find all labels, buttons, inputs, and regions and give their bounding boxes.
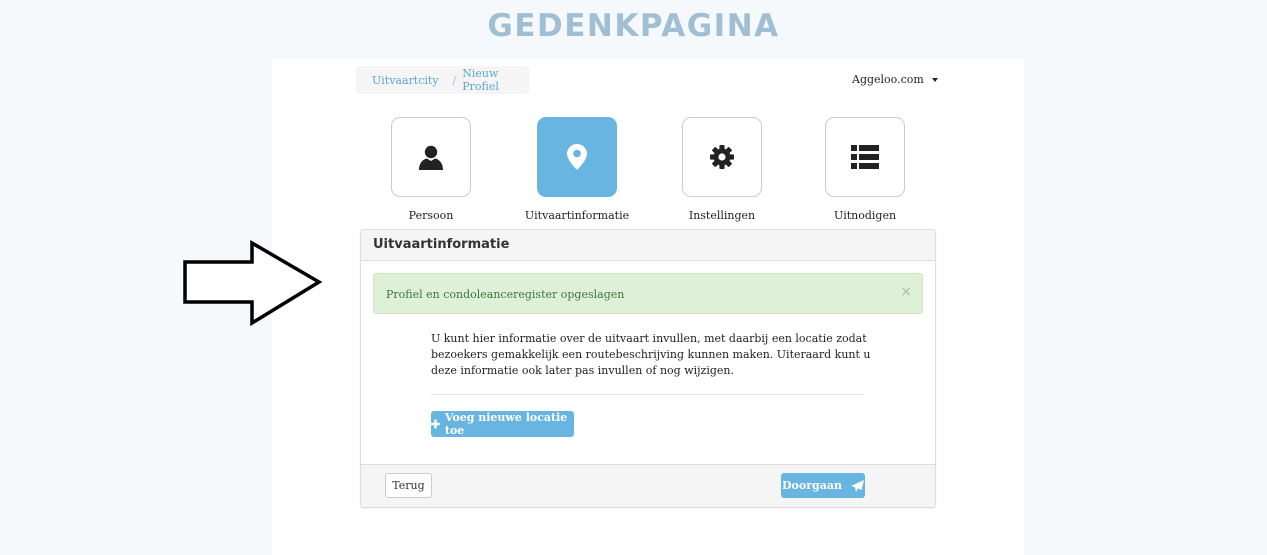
map-marker-icon (567, 144, 587, 170)
step-tile[interactable] (537, 117, 617, 197)
panel-footer: Terug Doorgaan (361, 464, 935, 507)
divider (431, 394, 864, 395)
caret-down-icon (931, 77, 938, 82)
step-label: Uitnodigen (833, 209, 897, 222)
step-tile[interactable] (825, 117, 905, 197)
wizard-sheet: Uitvaartcity / Nieuw Profiel Aggeloo.com… (272, 59, 1024, 555)
add-location-button[interactable]: Voeg nieuwe locatie toe (431, 411, 574, 437)
back-button[interactable]: Terug (385, 473, 432, 498)
step-label: Uitvaartinformatie (524, 209, 630, 222)
close-icon[interactable]: × (900, 284, 912, 300)
step-tile[interactable] (682, 117, 762, 197)
continue-label: Doorgaan (782, 479, 842, 492)
continue-button[interactable]: Doorgaan (781, 473, 865, 498)
page-title: GEDENKPAGINA (487, 8, 780, 44)
breadcrumb-separator: / (452, 73, 457, 87)
breadcrumb-current-link[interactable]: Nieuw Profiel (462, 67, 529, 93)
site-dropdown-label: Aggeloo.com (852, 73, 924, 86)
arrow-right-icon (183, 240, 323, 327)
step-instellingen[interactable]: Instellingen (652, 117, 792, 222)
list-icon (851, 145, 879, 169)
breadcrumb-home-link[interactable]: Uitvaartcity (372, 74, 439, 87)
step-label: Persoon (408, 209, 454, 222)
breadcrumb: Uitvaartcity / Nieuw Profiel (356, 66, 529, 94)
plus-icon (431, 419, 440, 429)
step-tile[interactable] (391, 117, 471, 197)
step-persoon[interactable]: Persoon (361, 117, 501, 222)
success-alert: Profiel en condoleanceregister opgeslage… (373, 273, 923, 314)
step-uitvaartinformatie[interactable]: Uitvaartinformatie (507, 117, 647, 222)
panel-heading: Uitvaartinformatie (361, 230, 935, 261)
user-icon (419, 145, 443, 170)
send-icon (850, 479, 864, 492)
intro-text: U kunt hier informatie over de uitvaart … (431, 332, 871, 377)
alert-message: Profiel en condoleanceregister opgeslage… (386, 288, 625, 301)
add-location-label: Voeg nieuwe locatie toe (444, 411, 568, 437)
site-dropdown[interactable]: Aggeloo.com (852, 73, 938, 86)
gear-icon (710, 145, 734, 169)
step-uitnodigen[interactable]: Uitnodigen (795, 117, 935, 222)
uitvaartinformatie-panel: Uitvaartinformatie Profiel en condoleanc… (360, 229, 936, 508)
step-label: Instellingen (688, 209, 756, 222)
